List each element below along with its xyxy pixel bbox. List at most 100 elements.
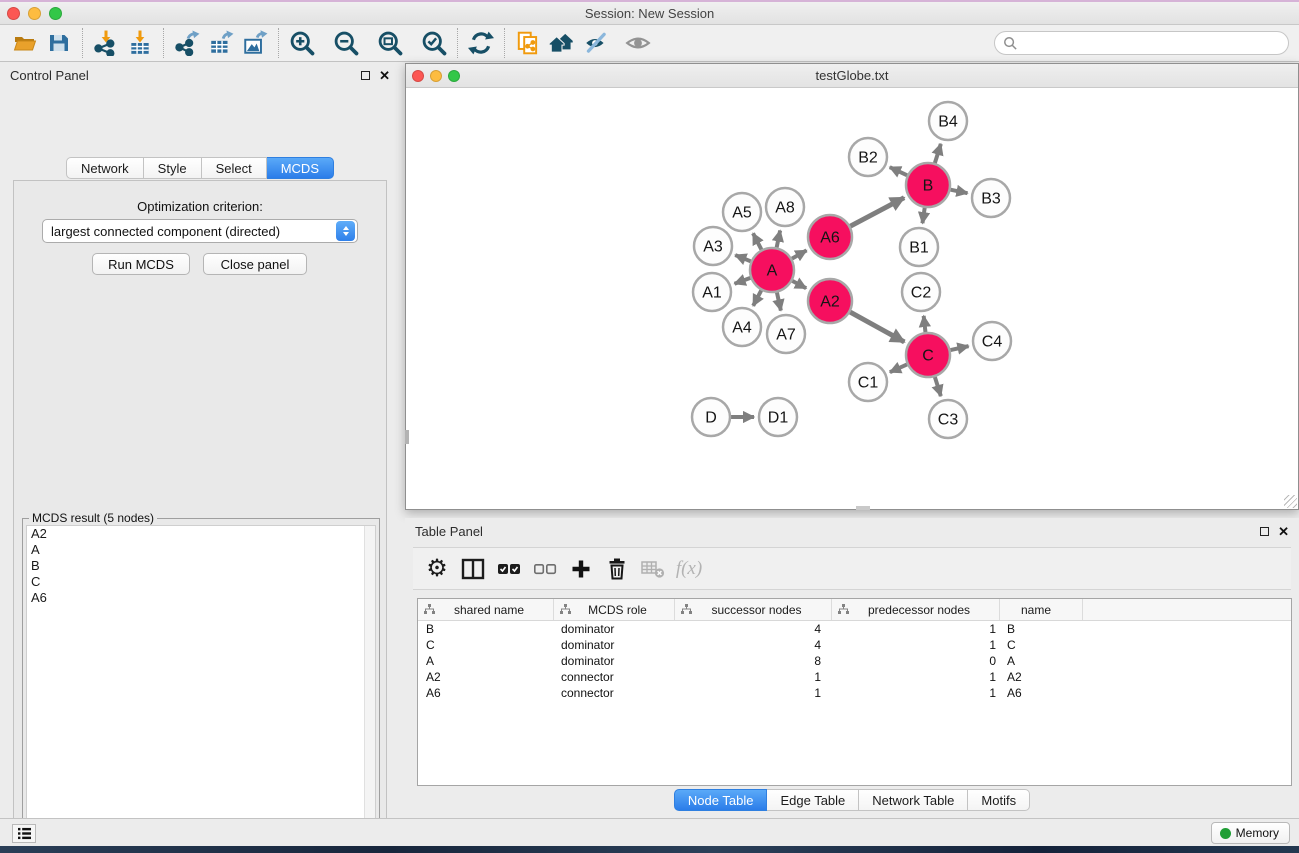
- network-canvas[interactable]: AA6A2BCA1A3A4A5A7A8B1B2B3B4C1C2C3C4DD1: [406, 88, 1298, 509]
- mcds-result-list[interactable]: A2ABCA6: [26, 525, 376, 852]
- graph-node-label: C1: [858, 375, 879, 392]
- tab-select[interactable]: Select: [202, 157, 267, 179]
- function-builder-icon[interactable]: f(x): [671, 552, 707, 586]
- graph-node-label: A4: [732, 320, 752, 337]
- settings-gear-icon[interactable]: ⚙: [419, 552, 455, 586]
- network-window-titlebar[interactable]: testGlobe.txt: [406, 64, 1298, 88]
- table-row[interactable]: A6connector11A6: [418, 685, 1291, 701]
- table-cell: A2: [418, 670, 554, 684]
- select-all-icon[interactable]: [491, 552, 527, 586]
- delete-table-icon[interactable]: [635, 552, 671, 586]
- graph-edge[interactable]: [753, 290, 761, 305]
- mcds-result-item[interactable]: A2: [27, 526, 375, 542]
- task-list-button[interactable]: [12, 824, 36, 843]
- graph-edge[interactable]: [850, 312, 904, 342]
- table-row[interactable]: Adominator80A: [418, 653, 1291, 669]
- tab-node-table[interactable]: Node Table: [674, 789, 768, 811]
- graph-edge[interactable]: [850, 198, 904, 227]
- toolbar-separator: [163, 28, 164, 58]
- export-table-icon[interactable]: [204, 28, 238, 58]
- graph-edge[interactable]: [924, 316, 926, 332]
- export-network-icon[interactable]: [170, 28, 204, 58]
- run-mcds-button[interactable]: Run MCDS: [92, 253, 190, 275]
- table-cell: 0: [832, 654, 1000, 668]
- desktop-wallpaper-edge: [0, 846, 1299, 853]
- mcds-result-item[interactable]: C: [27, 574, 375, 590]
- graph-edge[interactable]: [792, 250, 807, 258]
- table-toolbar: ⚙ f(x): [413, 547, 1291, 590]
- graph-edge[interactable]: [753, 233, 761, 249]
- graph-edge[interactable]: [792, 281, 806, 288]
- add-row-icon[interactable]: [563, 552, 599, 586]
- save-session-icon[interactable]: [42, 28, 76, 58]
- close-panel-button[interactable]: Close panel: [203, 253, 307, 275]
- graph-edge[interactable]: [950, 346, 968, 350]
- graph-edge[interactable]: [922, 208, 924, 223]
- table-cell: 1: [832, 622, 1000, 636]
- scroll-tick: [856, 506, 870, 510]
- table-header-row: shared name MCDS role successor nodes pr…: [418, 599, 1291, 621]
- show-eye-icon[interactable]: [621, 28, 655, 58]
- select-none-icon[interactable]: [527, 552, 563, 586]
- mcds-result-item[interactable]: A6: [27, 590, 375, 606]
- table-row[interactable]: Cdominator41C: [418, 637, 1291, 653]
- zoom-out-icon[interactable]: [329, 28, 363, 58]
- network-graph[interactable]: AA6A2BCA1A3A4A5A7A8B1B2B3B4C1C2C3C4DD1: [406, 88, 1298, 509]
- graph-edge[interactable]: [777, 231, 781, 248]
- mcds-result-item[interactable]: A: [27, 542, 375, 558]
- graph-node-label: A1: [702, 285, 722, 302]
- import-network-icon[interactable]: [89, 28, 123, 58]
- delete-row-trash-icon[interactable]: [599, 552, 635, 586]
- graph-edge[interactable]: [935, 377, 941, 396]
- control-panel-title: Control Panel: [10, 68, 89, 83]
- criterion-dropdown[interactable]: largest connected component (directed): [42, 219, 358, 243]
- table-cell: C: [1000, 638, 1083, 652]
- tab-motifs[interactable]: Motifs: [968, 789, 1030, 811]
- column-header-name[interactable]: name: [1000, 599, 1083, 620]
- column-type-icon: [424, 604, 435, 615]
- toolbar-separator: [504, 28, 505, 58]
- graph-edge[interactable]: [777, 292, 781, 310]
- graph-edge[interactable]: [735, 278, 751, 284]
- columns-icon[interactable]: [455, 552, 491, 586]
- result-scrollbar[interactable]: [364, 526, 375, 851]
- zoom-selected-icon[interactable]: [417, 28, 451, 58]
- search-input[interactable]: [994, 31, 1289, 55]
- column-header-shared-name[interactable]: shared name: [418, 599, 554, 620]
- table-row[interactable]: A2connector11A2: [418, 669, 1291, 685]
- close-panel-icon[interactable]: ✕: [379, 69, 390, 82]
- graph-edge[interactable]: [890, 167, 907, 175]
- zoom-fit-icon[interactable]: [373, 28, 407, 58]
- tab-style[interactable]: Style: [144, 157, 202, 179]
- close-panel-icon[interactable]: ✕: [1278, 525, 1289, 538]
- graph-edge[interactable]: [951, 190, 968, 194]
- float-panel-icon[interactable]: [1260, 527, 1269, 536]
- resize-grip-icon[interactable]: [1284, 495, 1297, 508]
- zoom-in-icon[interactable]: [285, 28, 319, 58]
- network-view-window: testGlobe.txt AA6A2BCA1A3A4A5A7A8B1B2B3B…: [405, 63, 1299, 510]
- column-header-predecessor-nodes[interactable]: predecessor nodes: [832, 599, 1000, 620]
- graph-edge[interactable]: [935, 144, 941, 163]
- tab-network-table[interactable]: Network Table: [859, 789, 968, 811]
- graph-edge[interactable]: [735, 255, 750, 261]
- hide-eye-icon[interactable]: [579, 28, 613, 58]
- memory-button[interactable]: Memory: [1211, 822, 1290, 844]
- control-panel: Control Panel ✕ Network Style Select MCD…: [0, 62, 400, 818]
- duplicate-network-icon[interactable]: [511, 28, 545, 58]
- column-header-mcds-role[interactable]: MCDS role: [554, 599, 675, 620]
- float-panel-icon[interactable]: [361, 71, 370, 80]
- tab-network[interactable]: Network: [66, 157, 144, 179]
- table-row[interactable]: Bdominator41B: [418, 621, 1291, 637]
- column-header-successor-nodes[interactable]: successor nodes: [675, 599, 832, 620]
- tab-mcds[interactable]: MCDS: [267, 157, 334, 179]
- mcds-result-item[interactable]: B: [27, 558, 375, 574]
- open-session-icon[interactable]: [8, 28, 42, 58]
- home-networks-icon[interactable]: [545, 28, 579, 58]
- export-image-icon[interactable]: [238, 28, 272, 58]
- refresh-icon[interactable]: [464, 28, 498, 58]
- table-cell: C: [418, 638, 554, 652]
- network-window-title: testGlobe.txt: [406, 68, 1298, 83]
- graph-edge[interactable]: [890, 364, 907, 372]
- import-table-icon[interactable]: [123, 28, 157, 58]
- tab-edge-table[interactable]: Edge Table: [767, 789, 859, 811]
